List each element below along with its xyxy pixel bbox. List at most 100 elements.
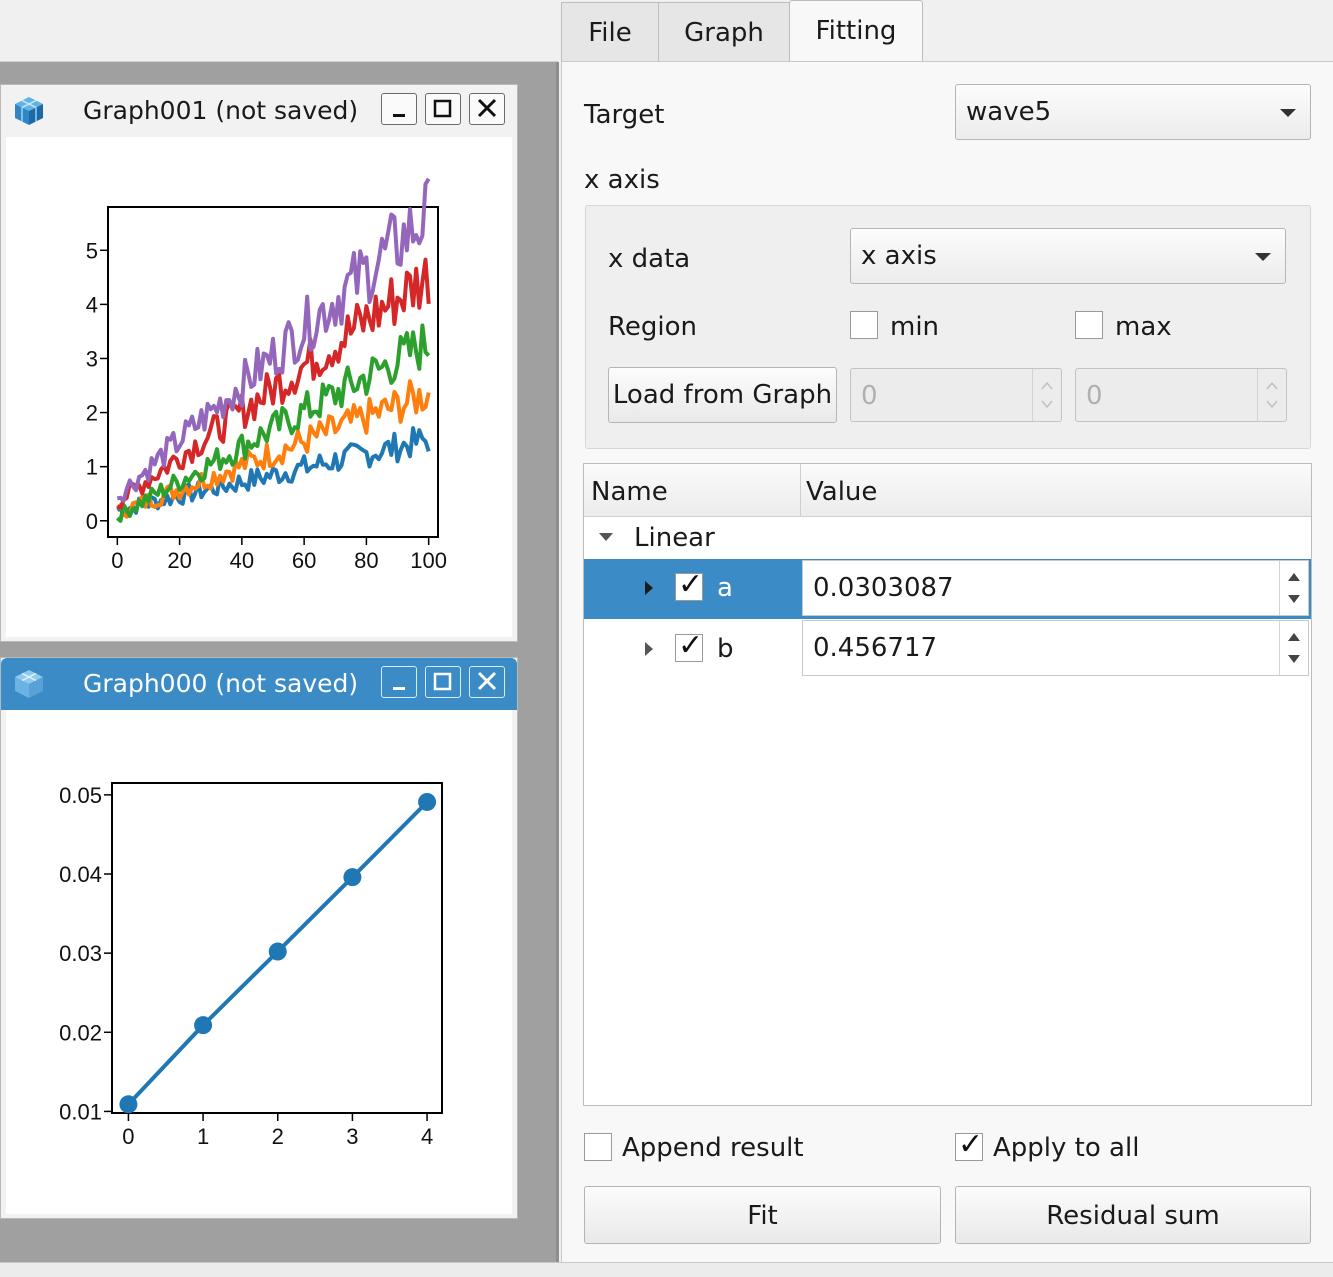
min-label: min (890, 312, 940, 342)
max-spinbox[interactable]: 0 (1075, 368, 1287, 422)
maximize-icon (433, 672, 452, 691)
spin-arrows-icon (1288, 633, 1300, 663)
x-tick-label: 0 (122, 1124, 134, 1149)
apply-to-all-checkbox[interactable]: ✓ (955, 1128, 983, 1162)
y-tick-label: 1 (86, 455, 98, 480)
tab-label: Fitting (815, 16, 897, 46)
x-tick-label: 1 (197, 1124, 209, 1149)
check-icon: ✓ (678, 567, 704, 602)
spin-buttons[interactable] (1032, 369, 1061, 421)
param-b-checkbox[interactable]: ✓ (675, 629, 703, 663)
check-icon: ✓ (678, 628, 704, 663)
residual-sum-button[interactable]: Residual sum (955, 1186, 1311, 1244)
residual-sum-label: Residual sum (1046, 1201, 1220, 1231)
param-b-value-spinbox[interactable]: 0.456717 (802, 620, 1309, 676)
maximize-button[interactable] (425, 93, 461, 125)
tab-file[interactable]: File (561, 2, 659, 62)
graph000-titlebar[interactable]: Graph000 (not saved) (1, 658, 517, 710)
close-icon (477, 671, 497, 691)
parameter-tree[interactable]: Name Value Linear ✓ a 0.0303087 ✓ b 0.45… (583, 463, 1312, 1106)
min-checkbox[interactable] (850, 311, 878, 339)
minimize-button[interactable] (381, 666, 417, 698)
data-point (119, 1095, 138, 1114)
spin-buttons[interactable] (1279, 621, 1308, 675)
window-title: Graph001 (not saved) (83, 96, 359, 125)
minimize-icon (393, 114, 405, 117)
expand-down-icon[interactable] (597, 531, 615, 545)
expand-right-icon[interactable] (642, 640, 656, 658)
x-axis-section-label: x axis (584, 165, 660, 195)
header-divider (800, 464, 801, 516)
fit-label: Fit (747, 1201, 778, 1231)
append-result-label: Append result (622, 1133, 804, 1163)
x-tick-label: 40 (230, 548, 254, 573)
region-label: Region (608, 312, 698, 342)
tab-fitting[interactable]: Fitting (789, 0, 923, 63)
data-point (268, 942, 287, 961)
spin-arrows-icon (1041, 381, 1053, 409)
spin-buttons[interactable] (1279, 561, 1308, 615)
param-a-value-spinbox[interactable]: 0.0303087 (802, 560, 1309, 616)
x-tick-label: 0 (111, 548, 123, 573)
max-label: max (1115, 312, 1172, 342)
graph001-titlebar[interactable]: Graph001 (not saved) (1, 85, 517, 137)
minimize-button[interactable] (381, 93, 417, 125)
y-tick-label: 0 (86, 509, 98, 534)
x-tick-label: 3 (346, 1124, 358, 1149)
tab-graph[interactable]: Graph (658, 2, 790, 62)
param-name: a (717, 573, 733, 603)
fit-button[interactable]: Fit (584, 1186, 941, 1244)
tab-bar-background (0, 0, 558, 62)
cube-app-icon (15, 97, 43, 125)
param-value: 0.456717 (813, 633, 938, 663)
status-bar (0, 1262, 1333, 1277)
window-title: Graph000 (not saved) (83, 669, 359, 698)
min-spinbox[interactable]: 0 (850, 368, 1062, 422)
tab-label: Graph (684, 18, 764, 48)
maximize-button[interactable] (425, 666, 461, 698)
spin-arrows-icon (1266, 381, 1278, 409)
x-data-label: x data (608, 244, 691, 274)
graph001-canvas[interactable]: 0 20 40 60 80 100 0 1 2 3 4 5 (6, 137, 512, 637)
max-checkbox[interactable] (1075, 311, 1103, 339)
target-value: wave5 (966, 97, 1052, 127)
y-tick-label: 2 (86, 401, 98, 426)
spin-arrows-icon (1288, 573, 1300, 603)
y-tick-label: 4 (86, 292, 98, 317)
cube-app-icon (15, 670, 43, 698)
x-data-combobox[interactable]: x axis (850, 228, 1286, 284)
y-tick-label: 5 (86, 238, 98, 263)
column-header-value[interactable]: Value (806, 475, 877, 509)
y-tick-label: 0.01 (59, 1099, 102, 1124)
y-tick-label: 0.02 (59, 1020, 102, 1045)
param-a-checkbox[interactable]: ✓ (675, 568, 703, 602)
x-tick-label: 20 (167, 548, 191, 573)
append-result-checkbox[interactable] (584, 1133, 612, 1161)
x-tick-label: 60 (292, 548, 316, 573)
graph000-window[interactable]: Graph000 (not saved) 0 1 2 3 4 0.01 0.02 0.03 0.… (0, 657, 518, 1219)
graph001-chart: 0 20 40 60 80 100 0 1 2 3 4 5 (86, 177, 447, 573)
y-tick-label: 0.03 (59, 941, 102, 966)
data-point (418, 792, 437, 811)
close-button[interactable] (469, 93, 505, 125)
chevron-down-icon (1255, 253, 1271, 261)
graph000-chart: 0 1 2 3 4 0.01 0.02 0.03 0.04 0.05 (59, 782, 443, 1149)
y-tick-label: 3 (86, 346, 98, 371)
graph000-canvas[interactable]: 0 1 2 3 4 0.01 0.02 0.03 0.04 0.05 (6, 710, 512, 1214)
param-name: b (717, 634, 734, 664)
target-combobox[interactable]: wave5 (955, 84, 1311, 140)
series-line (116, 426, 431, 517)
chevron-down-icon (1280, 109, 1296, 117)
column-header-name[interactable]: Name (591, 475, 668, 509)
min-value: 0 (861, 381, 878, 411)
expand-right-icon[interactable] (642, 579, 656, 597)
x-data-value: x axis (861, 241, 937, 271)
tab-label: File (588, 18, 632, 48)
data-point (194, 1016, 213, 1035)
graph001-window[interactable]: Graph001 (not saved) 0 20 40 60 80 100 0 1 2 3 4 5 (0, 84, 518, 642)
x-tick-label: 4 (421, 1124, 433, 1149)
splitter[interactable] (556, 62, 559, 1262)
spin-buttons[interactable] (1257, 369, 1286, 421)
load-from-graph-button[interactable]: Load from Graph (608, 367, 837, 423)
close-button[interactable] (469, 666, 505, 698)
